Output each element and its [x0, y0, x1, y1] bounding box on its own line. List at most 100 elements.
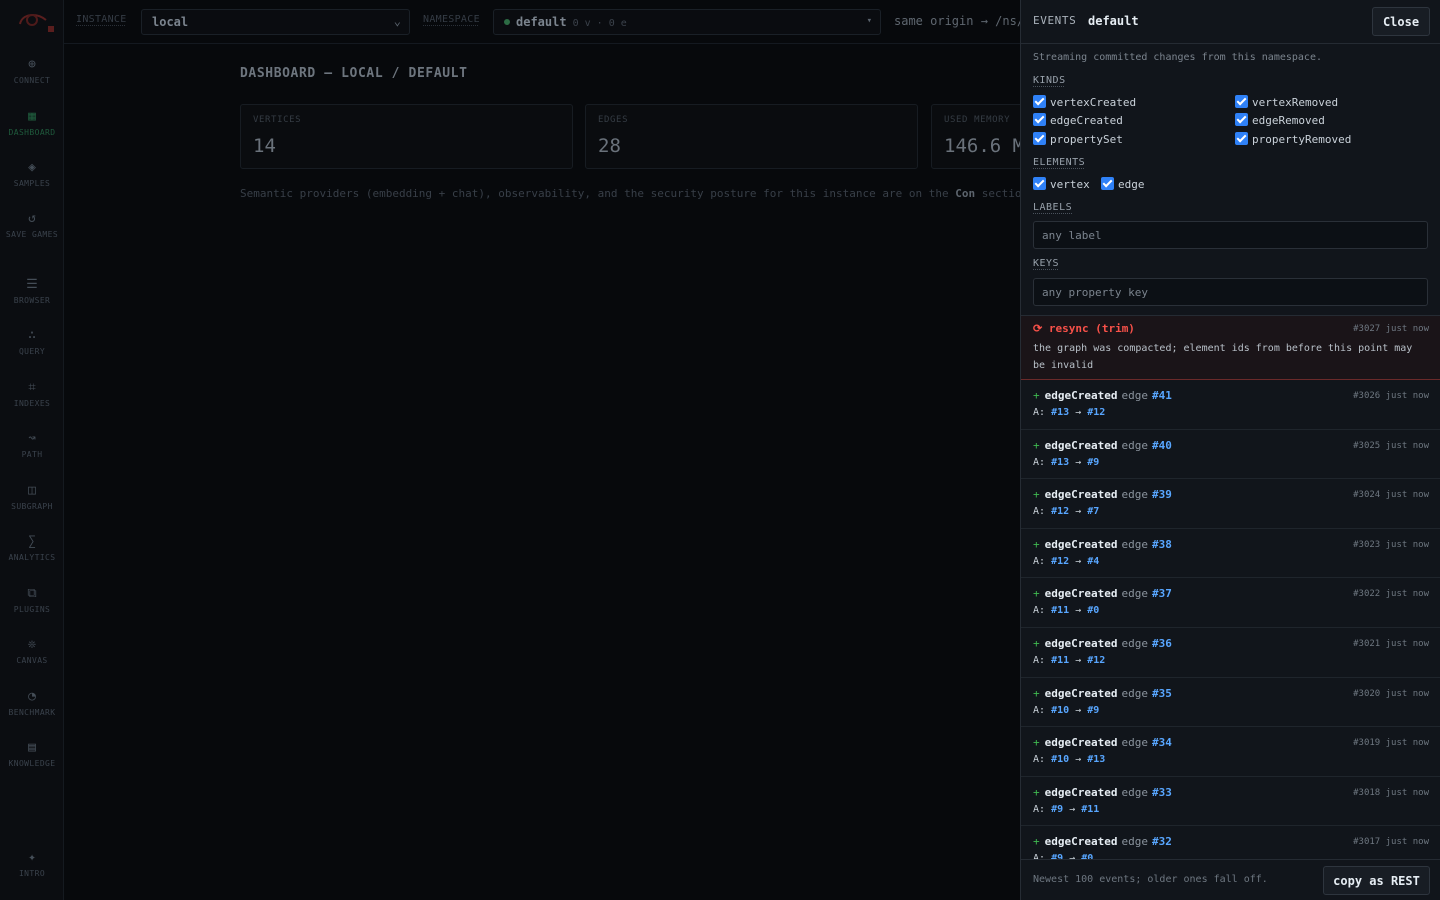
event-element-id[interactable]: #39: [1152, 488, 1172, 501]
kind-checkbox-edge-removed[interactable]: edgeRemoved: [1235, 113, 1325, 127]
event-kind: edgeCreated: [1044, 438, 1118, 452]
info-note: Semantic providers (embedding + chat), o…: [240, 185, 1020, 203]
event-meta: #3025 just now: [1353, 441, 1429, 451]
target-vertex-link[interactable]: #7: [1087, 506, 1099, 517]
namespace-select[interactable]: default 0 v · 0 e ▾: [493, 9, 881, 35]
labels-filter-input[interactable]: [1033, 221, 1428, 249]
event-time: just now: [1385, 688, 1429, 699]
event-element-id[interactable]: #38: [1152, 538, 1172, 551]
sidebar-item-subgraph[interactable]: ◫ SUBGRAPH: [0, 483, 64, 513]
event-row[interactable]: + edgeCreated edge #34 #3019 just now A: #10 …: [1021, 727, 1440, 777]
event-seq: #3018: [1353, 787, 1381, 798]
source-vertex-link[interactable]: #10: [1051, 754, 1069, 765]
event-row[interactable]: + edgeCreated edge #40 #3025 just now A: #13 …: [1021, 430, 1440, 480]
event-element-id[interactable]: #35: [1152, 687, 1172, 700]
arrow-right-icon: →: [1075, 506, 1082, 518]
copy-as-rest-button[interactable]: copy as REST: [1323, 866, 1430, 895]
event-row[interactable]: + edgeCreated edge #32 #3017 just now A: #9 →…: [1021, 826, 1440, 859]
source-vertex-link[interactable]: #11: [1051, 655, 1069, 666]
plus-icon: +: [1033, 686, 1040, 700]
sidebar-item-label: PATH: [21, 450, 43, 459]
source-vertex-link[interactable]: #12: [1051, 556, 1069, 567]
event-element-id[interactable]: #33: [1152, 786, 1172, 799]
kind-checkbox-property-set[interactable]: propertySet: [1033, 132, 1123, 146]
sidebar-item-intro[interactable]: ✦ INTRO: [0, 850, 64, 880]
keys-filter-input[interactable]: [1033, 278, 1428, 306]
indexes-icon: ⌗: [28, 380, 36, 395]
event-list[interactable]: ⟳ resync (trim) #3027 just now the graph…: [1021, 315, 1440, 859]
target-vertex-link[interactable]: #9: [1087, 457, 1099, 468]
target-vertex-link[interactable]: #4: [1087, 556, 1099, 567]
event-element-id[interactable]: #40: [1152, 439, 1172, 452]
kind-checkbox-edge-created[interactable]: edgeCreated: [1033, 113, 1123, 127]
target-vertex-link[interactable]: #13: [1087, 754, 1105, 765]
sidebar-item-indexes[interactable]: ⌗ INDEXES: [0, 380, 64, 410]
event-element-id[interactable]: #41: [1152, 389, 1172, 402]
sidebar-item-knowledge[interactable]: ▤ KNOWLEDGE: [0, 740, 64, 770]
source-vertex-link[interactable]: #13: [1051, 457, 1069, 468]
sidebar-item-dashboard[interactable]: ▦ DASHBOARD: [0, 109, 64, 139]
element-checkbox-vertex[interactable]: vertex: [1033, 177, 1090, 191]
stat-card-edges: EDGES 28: [585, 104, 918, 169]
event-element-id[interactable]: #36: [1152, 637, 1172, 650]
origin-text: same origin → /ns/: [894, 14, 1025, 28]
knowledge-icon: ▤: [28, 740, 36, 755]
event-summary: + edgeCreated edge #36: [1033, 637, 1172, 650]
namespace-counts: 0 v · 0 e: [572, 18, 627, 29]
event-row[interactable]: + edgeCreated edge #38 #3023 just now A: #12 …: [1021, 529, 1440, 579]
event-meta: #3017 just now: [1353, 837, 1429, 847]
event-meta: #3023 just now: [1353, 540, 1429, 550]
instance-label: INSTANCE: [76, 14, 127, 25]
source-vertex-link[interactable]: #12: [1051, 506, 1069, 517]
close-button[interactable]: Close: [1372, 7, 1430, 36]
event-row[interactable]: + edgeCreated edge #36 #3021 just now A: #11 …: [1021, 628, 1440, 678]
arrow-right-icon: →: [1075, 456, 1082, 468]
event-element-id[interactable]: #37: [1152, 587, 1172, 600]
event-row[interactable]: + edgeCreated edge #41 #3026 just now A: #13 …: [1021, 380, 1440, 430]
target-vertex-link[interactable]: #0: [1087, 605, 1099, 616]
event-time: just now: [1385, 324, 1429, 334]
sidebar-item-query[interactable]: ∴ QUERY: [0, 328, 64, 358]
sidebar-item-label: INDEXES: [13, 399, 51, 408]
plus-icon: +: [1033, 389, 1040, 402]
info-note-text: Semantic providers (embedding + chat), o…: [240, 187, 949, 200]
element-checkbox-edge[interactable]: edge: [1101, 177, 1145, 191]
event-kind: edgeCreated: [1044, 587, 1118, 601]
target-vertex-link[interactable]: #9: [1087, 705, 1099, 716]
event-element-id[interactable]: #34: [1152, 736, 1172, 749]
sidebar-item-samples[interactable]: ◈ SAMPLES: [0, 160, 64, 190]
source-vertex-link[interactable]: #10: [1051, 705, 1069, 716]
sidebar-item-save-games[interactable]: ↺ SAVE GAMES: [0, 211, 64, 241]
event-element-id[interactable]: #32: [1152, 835, 1172, 848]
target-vertex-link[interactable]: #11: [1081, 804, 1099, 815]
kind-checkbox-vertex-created[interactable]: vertexCreated: [1033, 95, 1136, 109]
sidebar-item-canvas[interactable]: ❊ CANVAS: [0, 637, 64, 667]
config-link[interactable]: Con: [955, 187, 975, 200]
source-vertex-link[interactable]: #13: [1051, 407, 1069, 418]
event-seq: #3021: [1353, 638, 1381, 649]
kind-checkbox-property-removed[interactable]: propertyRemoved: [1235, 132, 1351, 146]
source-vertex-link[interactable]: #9: [1051, 804, 1063, 815]
sidebar-item-path[interactable]: ↝ PATH: [0, 431, 64, 461]
sidebar-item-plugins[interactable]: ⧉ PLUGINS: [0, 586, 64, 616]
checkbox-label: edge: [1118, 178, 1145, 191]
event-detail: A: #10 → #9: [1033, 705, 1099, 716]
kind-checkbox-vertex-removed[interactable]: vertexRemoved: [1235, 95, 1338, 109]
sidebar-item-analytics[interactable]: ∑ ANALYTICS: [0, 534, 64, 564]
sidebar-item-browser[interactable]: ☰ BROWSER: [0, 277, 64, 307]
checkbox-label: edgeCreated: [1050, 114, 1123, 127]
target-vertex-link[interactable]: #12: [1087, 407, 1105, 418]
event-summary: + edgeCreated edge #39: [1033, 488, 1172, 501]
event-row[interactable]: + edgeCreated edge #37 #3022 just now A: #11 …: [1021, 578, 1440, 628]
event-detail: A: #12 → #7: [1033, 506, 1099, 517]
event-row[interactable]: + edgeCreated edge #35 #3020 just now A: #10 …: [1021, 678, 1440, 728]
source-vertex-link[interactable]: #11: [1051, 605, 1069, 616]
event-row[interactable]: + edgeCreated edge #33 #3018 just now A: #9 →…: [1021, 777, 1440, 827]
sidebar-item-connect[interactable]: ⊕ CONNECT: [0, 57, 64, 87]
target-vertex-link[interactable]: #12: [1087, 655, 1105, 666]
event-meta: #3027 just now: [1353, 324, 1429, 334]
instance-select[interactable]: local ⌄: [141, 9, 410, 35]
event-row[interactable]: + edgeCreated edge #39 #3024 just now A: #12 …: [1021, 479, 1440, 529]
sidebar-item-benchmark[interactable]: ◔ BENCHMARK: [0, 689, 64, 719]
event-element: edge: [1121, 389, 1148, 402]
